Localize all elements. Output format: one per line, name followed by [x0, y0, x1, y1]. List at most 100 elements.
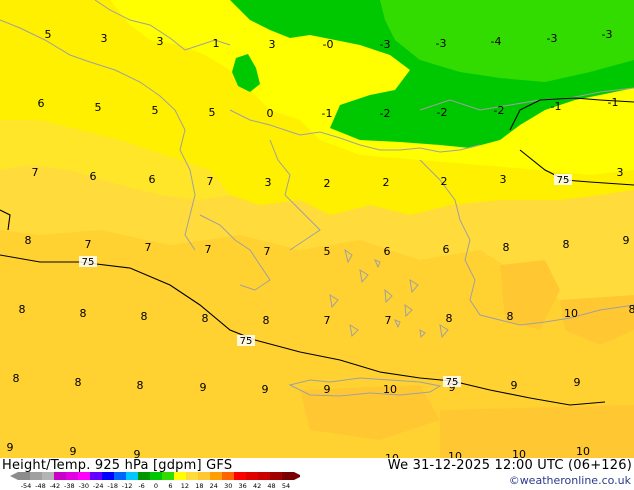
temperature-label: -0	[323, 38, 334, 51]
color-scale-swatch	[114, 472, 126, 480]
color-scale-tick-label: 30	[224, 482, 232, 490]
color-scale-tick-label: 48	[267, 482, 275, 490]
temperature-label: 8	[563, 238, 570, 251]
temperature-label: 3	[101, 32, 108, 45]
weather-map: 5 3 3 1 3 -0 -3 -3 -4 -3 -3 6 5 5 5 0 -1…	[0, 0, 634, 458]
map-footer: Height/Temp. 925 hPa [gdpm] GFS We 31-12…	[0, 458, 634, 490]
temperature-label: 5	[324, 245, 331, 258]
temperature-label: 6	[38, 97, 45, 110]
temperature-label: 1	[213, 37, 220, 50]
temperature-label: 10	[512, 448, 526, 458]
temperature-label: -1	[608, 96, 619, 109]
color-scale-bars	[10, 472, 300, 480]
temperature-label: -1	[322, 107, 333, 120]
temperature-label: 10	[448, 450, 462, 458]
temperature-label: 7	[32, 166, 39, 179]
color-scale-tick-label: 24	[210, 482, 218, 490]
color-scale-swatch	[258, 472, 270, 480]
temperature-label: 9	[623, 234, 630, 247]
color-scale-swatch	[246, 472, 258, 480]
temperature-label: 8	[507, 310, 514, 323]
color-scale-tick-label: -54	[21, 482, 32, 490]
contour-label-text: 75	[446, 377, 459, 388]
temperature-label: -3	[547, 32, 558, 45]
color-scale-tick-label: 6	[168, 482, 172, 490]
temperature-label: 9	[574, 376, 581, 389]
color-scale-tick-label: -12	[122, 482, 133, 490]
temperature-label: 5	[209, 106, 216, 119]
color-scale-tick-label: 12	[181, 482, 189, 490]
temperature-label: -1	[551, 100, 562, 113]
temperature-label: 5	[95, 101, 102, 114]
map-title: Height/Temp. 925 hPa [gdpm] GFS	[2, 458, 233, 473]
color-scale-swatch	[234, 472, 246, 480]
color-scale-swatch	[18, 472, 30, 480]
color-scale-tick-label: 54	[282, 482, 290, 490]
temperature-label: 8	[263, 314, 270, 327]
contour-label: 75	[237, 335, 255, 347]
color-scale-swatch	[30, 472, 42, 480]
color-scale-swatch	[138, 472, 150, 480]
temperature-label: 3	[265, 176, 272, 189]
temperature-label: -3	[436, 37, 447, 50]
color-scale-tick-label: -38	[64, 482, 75, 490]
color-scale-swatch	[198, 472, 210, 480]
color-scale-tick-label: -48	[35, 482, 46, 490]
temperature-label: 8	[202, 312, 209, 325]
temperature-label: 7	[145, 241, 152, 254]
temperature-label: 7	[205, 243, 212, 256]
color-scale-tick-label: -30	[78, 482, 89, 490]
temperature-label: 5	[152, 104, 159, 117]
temperature-label: 6	[90, 170, 97, 183]
temperature-label: 9	[200, 381, 207, 394]
contour-label: 75	[443, 376, 461, 388]
temperature-label: -2	[437, 106, 448, 119]
contour-label-text: 75	[240, 336, 253, 347]
temperature-label: 10	[576, 445, 590, 458]
temperature-label: 9	[134, 448, 141, 458]
temperature-label: 8	[13, 372, 20, 385]
color-scale-swatch	[282, 472, 294, 480]
color-scale-swatch	[186, 472, 198, 480]
color-scale-swatch	[150, 472, 162, 480]
color-scale-swatch	[126, 472, 138, 480]
temperature-label: -3	[380, 38, 391, 51]
temperature-label: 2	[441, 175, 448, 188]
color-scale-swatch	[174, 472, 186, 480]
temperature-label: 3	[500, 173, 507, 186]
temperature-label: -2	[380, 107, 391, 120]
color-scale-tick-label: 42	[253, 482, 261, 490]
temperature-label: 6	[149, 173, 156, 186]
color-scale-tick-label: 36	[239, 482, 247, 490]
temperature-label: 8	[503, 241, 510, 254]
valid-time: We 31-12-2025 12:00 UTC (06+126)	[387, 458, 632, 473]
credit-link[interactable]: ©weatheronline.co.uk	[509, 474, 631, 487]
temperature-label: 9	[70, 445, 77, 458]
color-scale-swatch	[162, 472, 174, 480]
temperature-label: 5	[45, 28, 52, 41]
color-scale-swatch	[90, 472, 102, 480]
temperature-label: 3	[617, 166, 624, 179]
temperature-label: 7	[85, 238, 92, 251]
temperature-field-warm-patch	[440, 405, 634, 458]
temperature-label: 10	[383, 383, 397, 396]
temperature-label: 8	[19, 303, 26, 316]
temperature-label: 7	[264, 245, 271, 258]
temperature-label: 0	[267, 107, 274, 120]
color-scale-swatch	[222, 472, 234, 480]
color-scale-swatch	[42, 472, 54, 480]
color-scale-tick-label: -24	[93, 482, 104, 490]
color-scale-swatch	[54, 472, 66, 480]
contour-label-text: 75	[82, 257, 95, 268]
temperature-label: 9	[324, 383, 331, 396]
temperature-label: 9	[262, 383, 269, 396]
color-scale-swatch	[102, 472, 114, 480]
temperature-label: -4	[491, 35, 502, 48]
color-scale-swatch	[270, 472, 282, 480]
temperature-label: 9	[7, 441, 14, 454]
temperature-label: 8	[137, 379, 144, 392]
temperature-label: -3	[602, 28, 613, 41]
temperature-label: 8	[25, 234, 32, 247]
temperature-label: 6	[384, 245, 391, 258]
temperature-label: 7	[324, 314, 331, 327]
